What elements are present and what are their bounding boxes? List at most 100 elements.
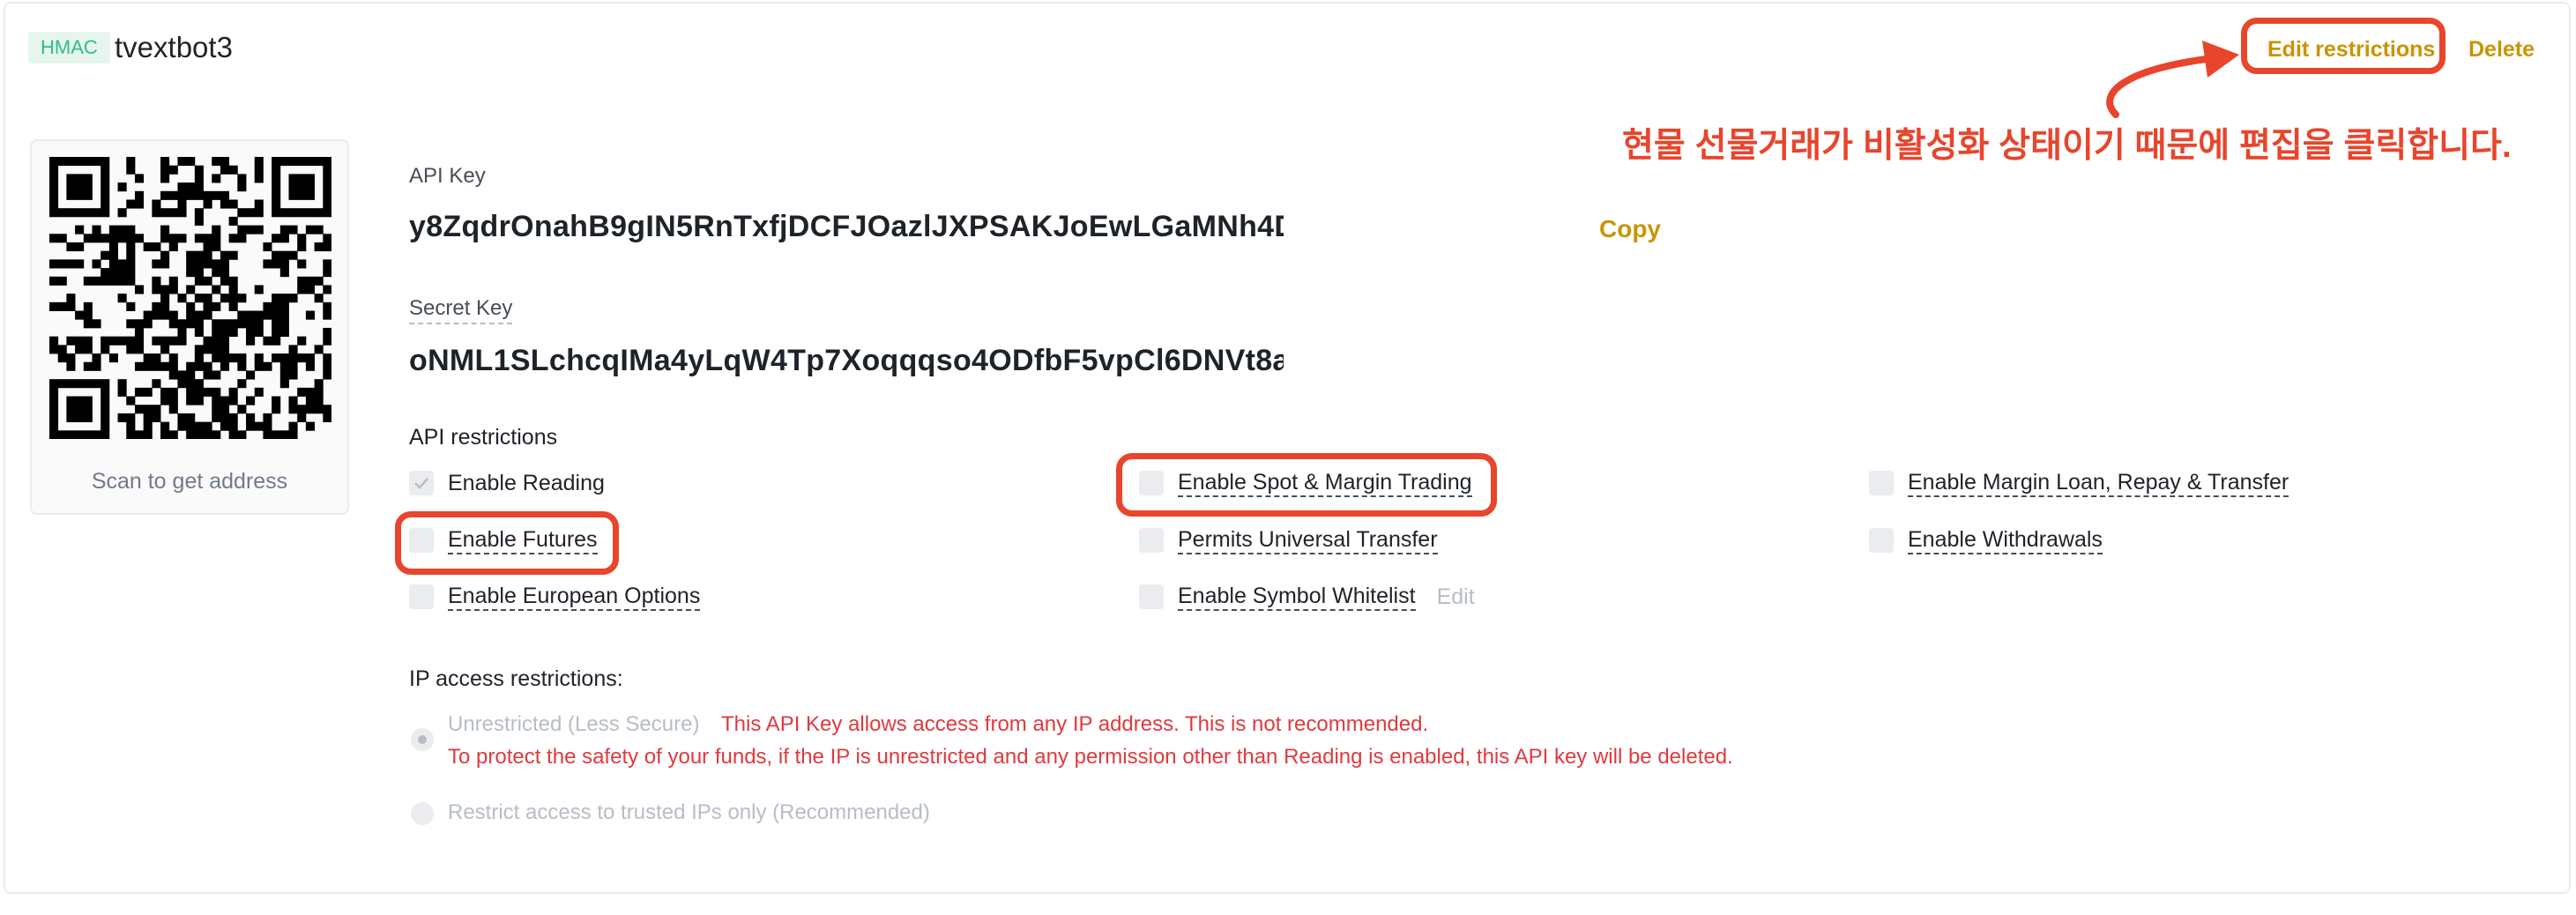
- qr-module: [263, 242, 272, 252]
- qr-module: [66, 430, 76, 439]
- qr-module: [152, 208, 161, 218]
- qr-module: [288, 430, 298, 439]
- perm-european-options[interactable]: Enable European Options: [409, 579, 701, 614]
- qr-module: [246, 310, 256, 320]
- perm-enable-margin-loan[interactable]: Enable Margin Loan, Repay & Transfer: [1869, 465, 2289, 501]
- delete-button[interactable]: Delete: [2468, 33, 2535, 65]
- qr-module: [160, 294, 170, 303]
- qr-module: [186, 268, 196, 278]
- qr-module: [143, 361, 153, 371]
- qr-module: [254, 387, 264, 397]
- perm-label: Enable Reading: [448, 470, 605, 495]
- qr-module: [297, 234, 307, 243]
- qr-module: [186, 310, 196, 320]
- checkbox[interactable]: [1869, 471, 1894, 495]
- qr-module: [49, 387, 59, 397]
- qr-module: [272, 353, 281, 363]
- qr-module: [49, 396, 59, 405]
- qr-module: [66, 396, 76, 405]
- qr-module: [126, 396, 136, 405]
- qr-module: [108, 250, 118, 260]
- qr-module: [177, 413, 187, 423]
- whitelist-edit-link[interactable]: Edit: [1437, 584, 1475, 610]
- qr-module: [177, 294, 187, 303]
- qr-module: [143, 405, 153, 414]
- qr-module: [203, 336, 212, 346]
- qr-module: [66, 208, 76, 218]
- qr-module: [66, 405, 76, 414]
- qr-module: [168, 405, 178, 414]
- qr-module: [126, 319, 136, 329]
- qr-module: [57, 430, 67, 439]
- qr-module: [168, 190, 178, 200]
- qr-module: [168, 208, 178, 218]
- checkbox-checked-icon[interactable]: [409, 471, 434, 495]
- qr-module: [83, 301, 93, 311]
- qr-module: [194, 216, 204, 226]
- qr-module: [228, 276, 238, 286]
- qr-module: [220, 294, 230, 303]
- qr-module: [246, 327, 256, 338]
- qr-module: [117, 225, 127, 234]
- qr-module: [66, 413, 76, 423]
- qr-module: [168, 242, 178, 252]
- radio-unrestricted[interactable]: [411, 728, 434, 751]
- qr-module: [272, 430, 281, 439]
- qr-module: [194, 387, 204, 397]
- qr-module: [177, 182, 187, 192]
- qr-module: [126, 430, 136, 439]
- qr-module: [246, 413, 256, 423]
- copy-button[interactable]: Copy: [1599, 215, 1661, 243]
- qr-module: [101, 345, 110, 354]
- qr-module: [134, 405, 145, 414]
- qr-module: [212, 413, 221, 423]
- qr-module: [134, 190, 145, 200]
- qr-module: [117, 413, 127, 423]
- qr-module: [254, 353, 264, 363]
- qr-module: [323, 199, 331, 209]
- perm-universal-transfer[interactable]: Permits Universal Transfer: [1139, 523, 1438, 558]
- qr-module: [254, 327, 264, 338]
- qr-module: [152, 310, 161, 320]
- qr-module: [160, 174, 170, 183]
- qr-module: [288, 405, 298, 414]
- radio-restricted[interactable]: [411, 802, 434, 825]
- qr-module: [305, 182, 316, 192]
- qr-module: [220, 199, 230, 209]
- qr-module: [83, 361, 93, 371]
- qr-module: [246, 208, 256, 218]
- checkbox[interactable]: [1139, 528, 1164, 553]
- qr-module: [83, 190, 93, 200]
- qr-module: [194, 268, 204, 278]
- qr-module: [143, 353, 153, 363]
- perm-label: Enable European Options: [448, 583, 701, 611]
- ip-warning-line2: To protect the safety of your funds, if …: [448, 745, 1733, 769]
- perm-enable-withdrawals[interactable]: Enable Withdrawals: [1869, 523, 2103, 558]
- qr-module: [314, 405, 324, 414]
- qr-module: [152, 199, 161, 209]
- qr-module: [101, 208, 110, 218]
- qr-module: [220, 345, 230, 354]
- perm-symbol-whitelist[interactable]: Enable Symbol Whitelist Edit: [1139, 579, 1475, 614]
- qr-module: [66, 301, 76, 311]
- qr-module: [305, 361, 316, 371]
- qr-module: [49, 165, 59, 175]
- qr-module: [101, 174, 110, 183]
- qr-module: [314, 208, 324, 218]
- qr-module: [66, 242, 76, 252]
- qr-module: [212, 370, 221, 380]
- checkbox[interactable]: [409, 584, 434, 609]
- qr-module: [117, 182, 127, 192]
- checkbox[interactable]: [1139, 584, 1164, 609]
- qr-module: [237, 379, 247, 389]
- qr-module: [92, 259, 101, 269]
- perm-enable-reading[interactable]: Enable Reading: [409, 465, 605, 501]
- qr-module: [194, 430, 204, 439]
- checkbox[interactable]: [1869, 528, 1894, 553]
- qr-module: [228, 421, 238, 431]
- qr-module: [263, 301, 272, 311]
- qr-module: [323, 234, 331, 243]
- qr-module: [177, 336, 187, 346]
- qr-module: [160, 165, 170, 175]
- qr-module: [49, 157, 59, 167]
